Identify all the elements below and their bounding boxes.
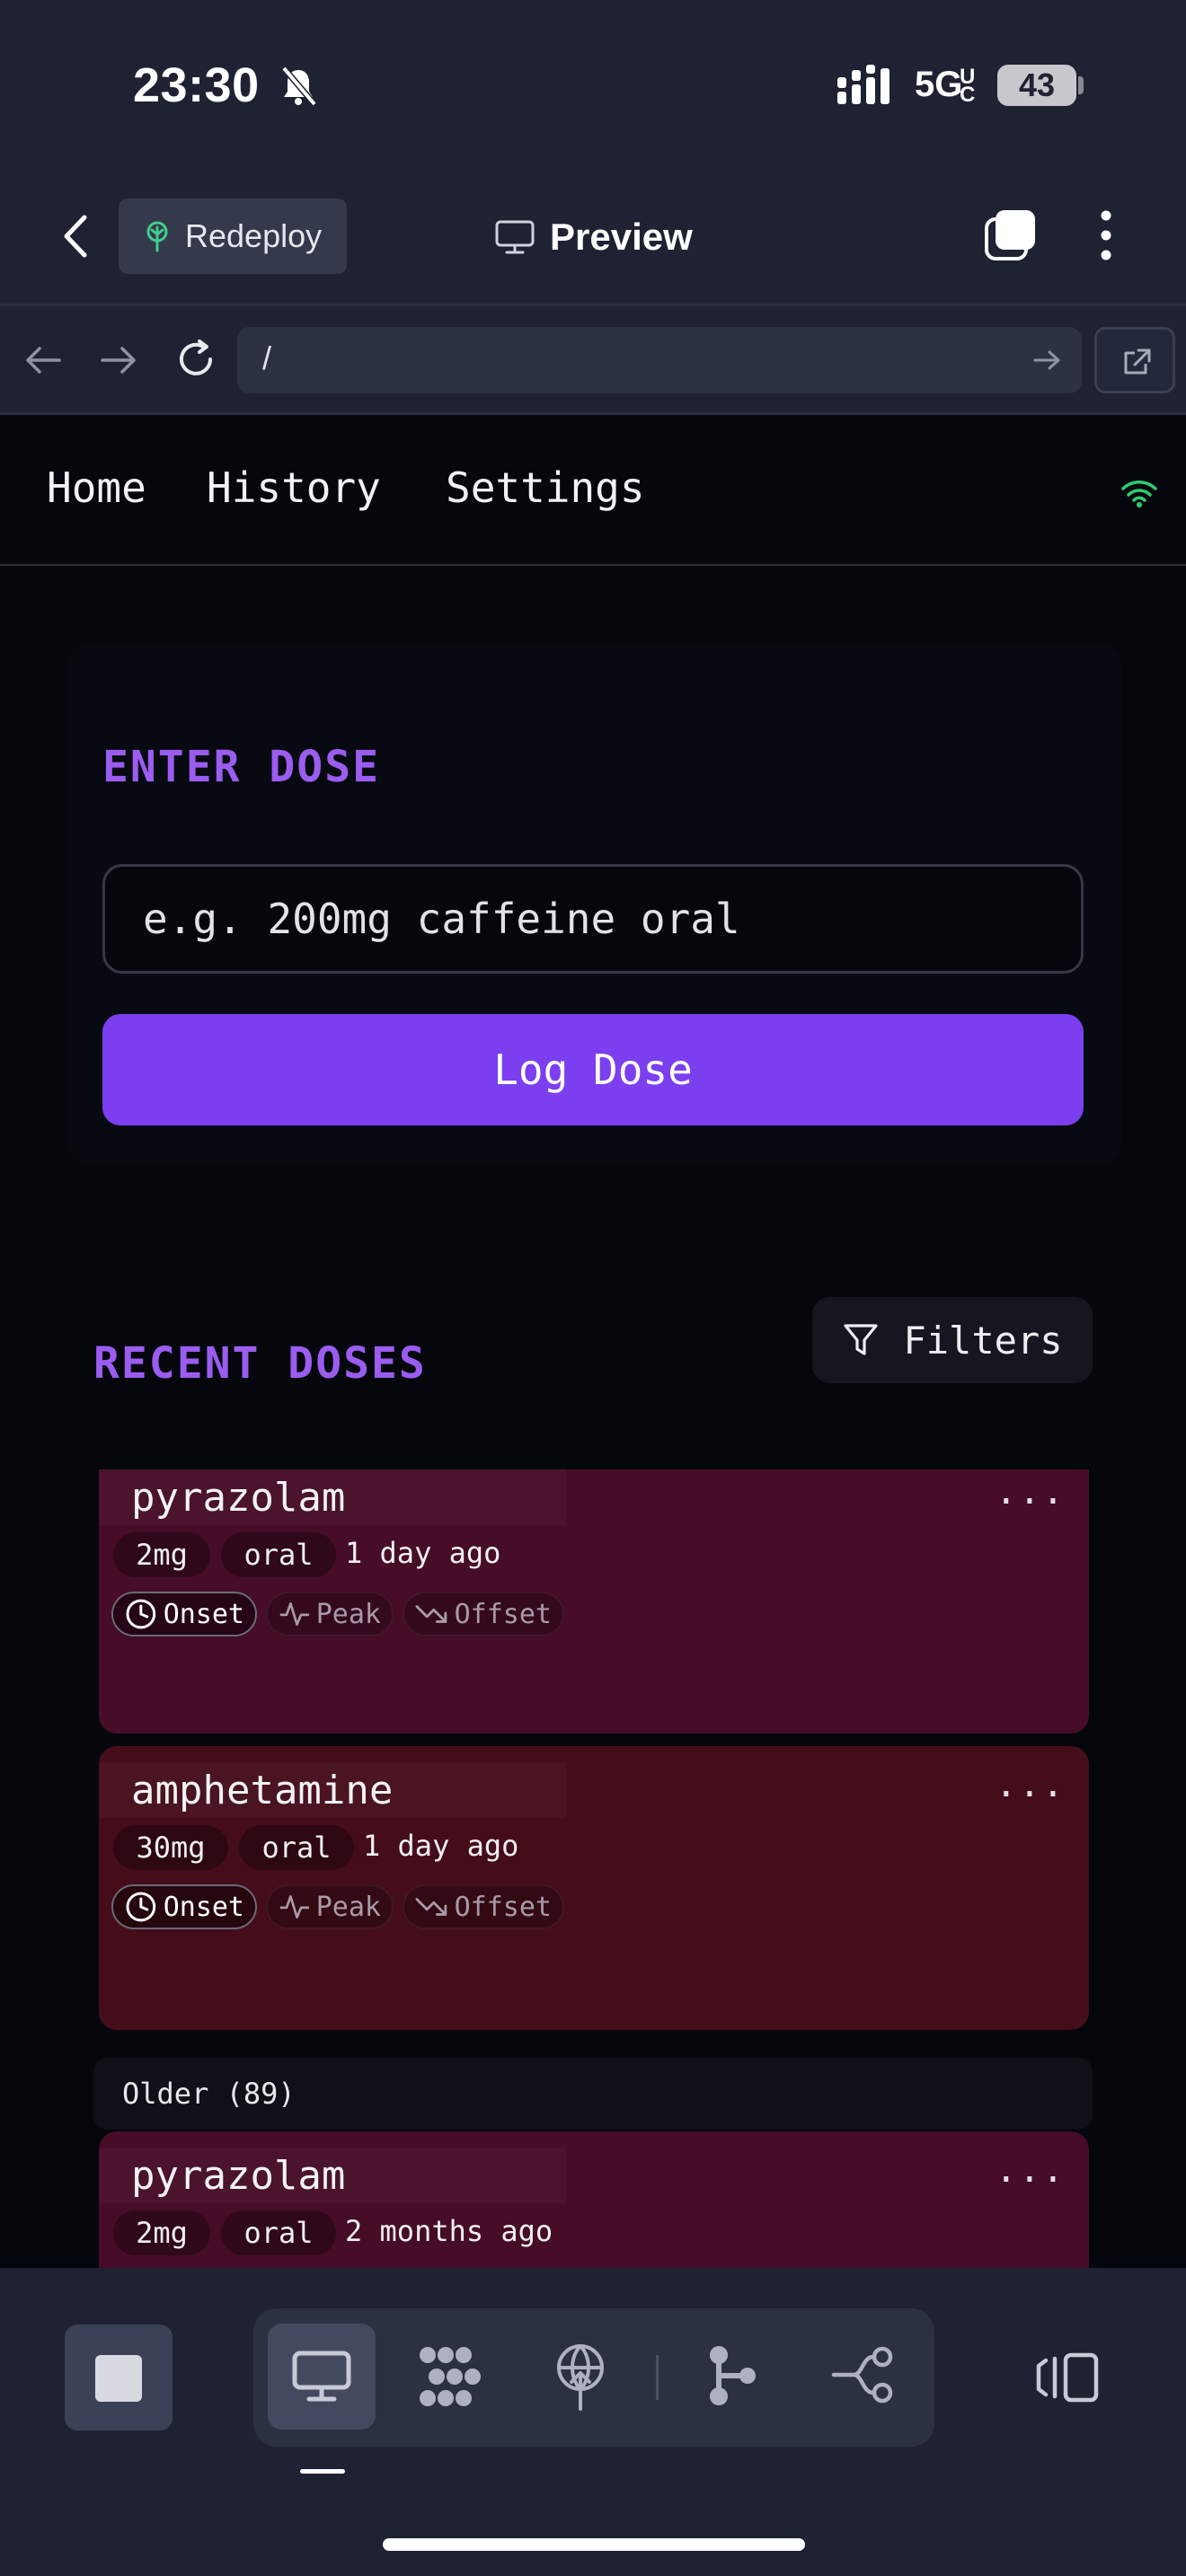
phase-onset-label: Onset: [163, 1891, 244, 1923]
stop-icon: [95, 2355, 142, 2402]
phase-offset-label: Offset: [454, 1598, 552, 1630]
branch-icon[interactable]: [704, 2342, 758, 2409]
phase-peak-chip[interactable]: Peak: [266, 1592, 394, 1636]
pulse-icon: [279, 1895, 309, 1919]
clock-icon: [126, 1892, 156, 1922]
phase-offset-chip[interactable]: Offset: [403, 1884, 564, 1929]
switcher-divider: [656, 2355, 659, 2400]
phase-peak-chip[interactable]: Peak: [266, 1884, 394, 1929]
phase-peak-label: Peak: [315, 1598, 381, 1630]
phase-peak-label: Peak: [315, 1891, 381, 1923]
filters-button[interactable]: Filters: [812, 1297, 1093, 1383]
monitor-icon: [495, 220, 535, 254]
url-field[interactable]: [237, 327, 1082, 393]
dose-entry[interactable]: pyrazolam ... 2mg oral 2 months ago: [99, 2131, 1089, 2268]
dose-amount-chip: 2mg: [113, 1532, 210, 1577]
external-link-icon: [1124, 348, 1151, 375]
filter-icon: [844, 1324, 879, 1355]
more-vertical-icon[interactable]: [1091, 208, 1121, 262]
signal-icon: [837, 65, 890, 104]
workflow-icon[interactable]: [830, 2344, 898, 2405]
back-icon[interactable]: [58, 212, 93, 260]
home-indicator: [383, 2538, 805, 2551]
uc-mark: UC: [960, 65, 976, 107]
older-doses-toggle[interactable]: Older (89): [93, 2058, 1093, 2130]
dose-more-button[interactable]: ...: [996, 1471, 1066, 1513]
open-external-button[interactable]: [1094, 327, 1175, 393]
redeploy-label: Redeploy: [185, 217, 323, 254]
dose-route-chip: oral: [221, 2210, 336, 2255]
filters-label: Filters: [903, 1318, 1063, 1363]
dose-entry[interactable]: pyrazolam ... 2mg oral 1 day ago Onset P…: [99, 1469, 1089, 1734]
nav-home[interactable]: Home: [47, 463, 146, 512]
phase-onset-label: Onset: [163, 1598, 244, 1630]
panel-toggle-icon[interactable]: [1035, 2351, 1100, 2404]
trend-down-icon: [415, 1898, 447, 1916]
network-type: 5G: [915, 65, 963, 104]
dose-time-ago: 2 months ago: [345, 2214, 553, 2248]
redeploy-button[interactable]: Redeploy: [119, 198, 347, 274]
browser-forward-icon[interactable]: [99, 343, 138, 377]
dose-more-button[interactable]: ...: [996, 1764, 1066, 1805]
nav-settings[interactable]: Settings: [446, 463, 645, 512]
active-view-indicator: [300, 2469, 345, 2474]
nav-divider: [0, 564, 1186, 566]
dose-substance: amphetamine: [131, 1768, 394, 1813]
dose-substance: pyrazolam: [131, 2153, 346, 2199]
status-time: 23:30: [133, 58, 260, 112]
log-dose-button[interactable]: Log Dose: [102, 1014, 1084, 1125]
nav-history[interactable]: History: [207, 463, 381, 512]
phase-offset-chip[interactable]: Offset: [403, 1592, 564, 1636]
phase-offset-label: Offset: [454, 1891, 552, 1923]
pulse-icon: [279, 1602, 309, 1626]
tabs-icon[interactable]: [983, 208, 1037, 262]
preview-label: Preview: [550, 216, 693, 258]
dose-amount-chip: 2mg: [113, 2210, 210, 2255]
url-text: /: [262, 340, 272, 376]
preview-tab[interactable]: Preview: [494, 208, 693, 266]
recent-doses-title: RECENT DOSES: [93, 1338, 427, 1389]
browser-back-icon[interactable]: [23, 343, 63, 377]
dose-amount-chip: 30mg: [113, 1825, 228, 1870]
clock-icon: [126, 1599, 156, 1629]
globe-upload-icon[interactable]: [552, 2341, 609, 2411]
bell-muted-icon: [281, 66, 317, 107]
dose-substance: pyrazolam: [131, 1475, 346, 1521]
wifi-online-icon: [1121, 481, 1157, 507]
dose-input[interactable]: [102, 864, 1084, 974]
trend-down-icon: [415, 1605, 447, 1623]
enter-dose-title: ENTER DOSE: [102, 742, 380, 792]
battery-tip: [1078, 76, 1084, 94]
phase-onset-chip[interactable]: Onset: [111, 1884, 257, 1929]
dose-more-button[interactable]: ...: [996, 2149, 1066, 2191]
battery-level: 43: [997, 65, 1076, 106]
go-arrow-icon[interactable]: [1033, 348, 1062, 372]
dose-time-ago: 1 day ago: [363, 1829, 519, 1863]
deploy-tree-icon: [146, 221, 168, 252]
dose-entry[interactable]: amphetamine ... 30mg oral 1 day ago Onse…: [99, 1746, 1089, 2030]
monitor-icon[interactable]: [291, 2350, 352, 2404]
dose-route-chip: oral: [239, 1825, 354, 1870]
phase-onset-chip[interactable]: Onset: [111, 1592, 257, 1636]
dose-time-ago: 1 day ago: [345, 1536, 501, 1570]
apps-grid-icon[interactable]: [417, 2344, 485, 2409]
dose-route-chip: oral: [221, 1532, 336, 1577]
reload-icon[interactable]: [174, 338, 217, 381]
